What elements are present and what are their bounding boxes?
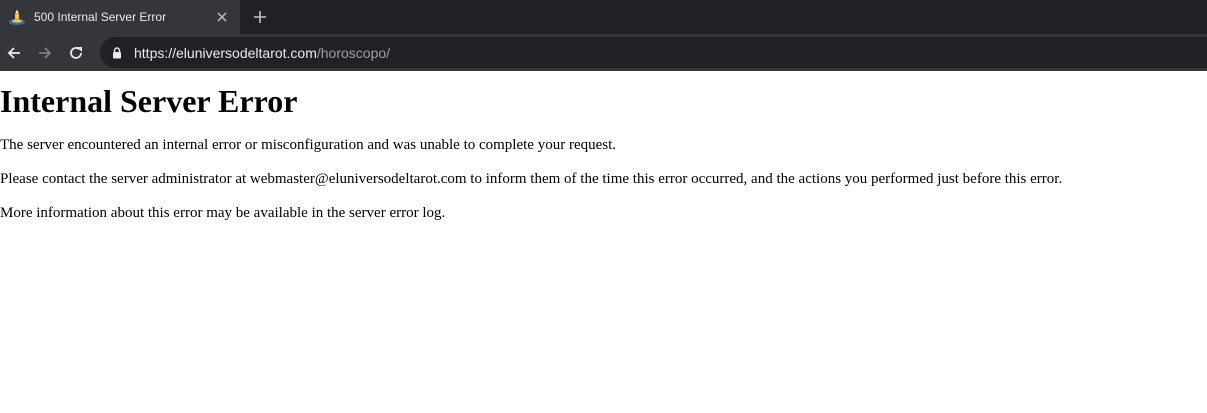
url-host: https://eluniversodeltarot.com xyxy=(134,44,317,61)
back-arrow-icon[interactable] xyxy=(0,39,28,67)
url-path: /horoscopo/ xyxy=(316,44,391,61)
error-message: The server encountered an internal error… xyxy=(0,136,617,153)
browser-toolbar: https://eluniversodeltarot.com/horoscopo… xyxy=(0,34,1207,71)
address-bar[interactable]: https://eluniversodeltarot.com/horoscopo… xyxy=(100,37,1207,68)
reload-icon[interactable] xyxy=(62,39,90,67)
active-tab[interactable]: 500 Internal Server Error xyxy=(0,0,240,34)
forward-arrow-icon[interactable] xyxy=(31,39,59,67)
tab-title: 500 Internal Server Error xyxy=(34,10,167,24)
lock-icon[interactable] xyxy=(112,46,126,60)
url-text[interactable]: https://eluniversodeltarot.com/horoscopo… xyxy=(134,45,390,61)
close-icon[interactable] xyxy=(212,7,232,27)
tab-strip: 500 Internal Server Error xyxy=(0,0,1207,34)
page-content: Internal Server Error The server encount… xyxy=(0,71,1207,223)
contact-message: Please contact the server administrator … xyxy=(0,170,1063,187)
plus-icon[interactable] xyxy=(250,7,270,27)
tarot-favicon-icon xyxy=(8,8,26,26)
page-title: Internal Server Error xyxy=(0,83,298,119)
log-message: More information about this error may be… xyxy=(0,204,446,221)
